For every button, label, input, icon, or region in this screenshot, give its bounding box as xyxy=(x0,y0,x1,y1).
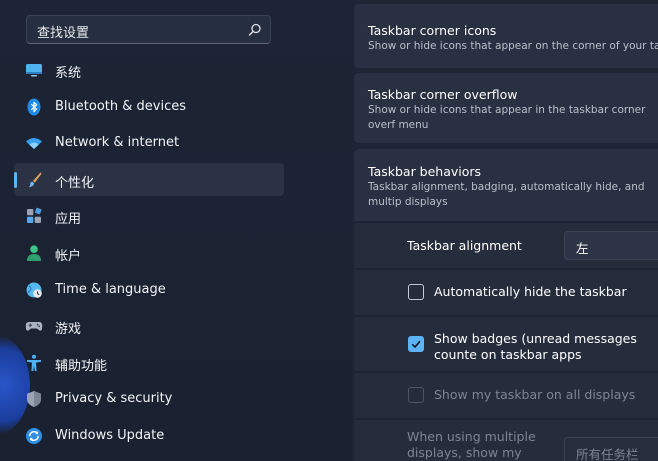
selection-indicator xyxy=(14,171,17,188)
sidebar-item-gaming[interactable]: 游戏 xyxy=(14,309,284,342)
sidebar-item-label: Network & internet xyxy=(55,135,180,151)
card-description: Show or hide icons that appear on the co… xyxy=(368,40,658,52)
taskbar-alignment-dropdown[interactable]: 左 xyxy=(564,231,658,260)
multi-display-row: When using multiple displays, show my 所有… xyxy=(354,420,658,461)
all-displays-row: Show my taskbar on all displays xyxy=(354,373,658,418)
sidebar-item-bluetooth[interactable]: Bluetooth & devices xyxy=(14,90,284,123)
taskbar-corner-overflow-card[interactable]: Taskbar corner overflow Show or hide ico… xyxy=(354,73,658,143)
accessibility-icon xyxy=(27,354,41,371)
show-badges-row: Show badges (unread messages counte on t… xyxy=(354,317,658,371)
show-badges-label: Show badges (unread messages counte on t… xyxy=(434,331,637,362)
sidebar-item-label: 个性化 xyxy=(55,175,95,191)
wifi-icon xyxy=(26,138,42,150)
sidebar-item-label: Windows Update xyxy=(55,427,165,443)
sidebar: 查找设置 系统 Bluetooth & devices Network & in… xyxy=(0,0,352,461)
auto-hide-checkbox[interactable] xyxy=(408,284,424,300)
dropdown-value: 左 xyxy=(576,241,589,256)
all-displays-label: Show my taskbar on all displays xyxy=(434,387,636,402)
person-icon xyxy=(27,245,41,261)
card-title: Taskbar corner overflow xyxy=(368,87,518,102)
system-monitor-icon xyxy=(26,64,42,77)
sidebar-item-personalization[interactable]: 个性化 xyxy=(14,162,284,196)
sidebar-item-label: Bluetooth & devices xyxy=(55,98,186,114)
sidebar-item-label: 应用 xyxy=(55,212,82,228)
gamepad-icon xyxy=(25,322,43,331)
taskbar-corner-icons-card[interactable]: Taskbar corner icons Show or hide icons … xyxy=(354,4,658,68)
update-icon xyxy=(26,427,42,444)
search-icon[interactable] xyxy=(248,23,262,37)
card-title: Taskbar corner icons xyxy=(368,23,497,38)
sidebar-item-label: 游戏 xyxy=(55,322,82,338)
sidebar-item-label: 帐户 xyxy=(55,248,82,264)
multi-display-dropdown[interactable]: 所有任务栏 xyxy=(564,437,658,461)
sidebar-item-system[interactable]: 系统 xyxy=(14,53,284,86)
card-title: Taskbar behaviors xyxy=(368,164,482,179)
sidebar-nav: 系统 Bluetooth & devices Network & interne… xyxy=(14,53,284,456)
search-placeholder: 查找设置 xyxy=(37,26,90,41)
shield-icon xyxy=(27,391,41,408)
sidebar-item-windows-update[interactable]: Windows Update xyxy=(14,419,284,452)
taskbar-alignment-label: Taskbar alignment xyxy=(407,238,522,253)
paintbrush-icon xyxy=(28,172,42,188)
dropdown-value: 所有任务栏 xyxy=(576,447,639,461)
sidebar-item-label: 辅助功能 xyxy=(55,358,108,374)
sidebar-item-label: 系统 xyxy=(55,66,82,81)
sidebar-item-network[interactable]: Network & internet xyxy=(14,126,284,159)
bluetooth-icon xyxy=(27,98,41,116)
taskbar-behaviors-card[interactable]: Taskbar behaviors Taskbar alignment, bad… xyxy=(354,149,658,221)
sidebar-item-accounts[interactable]: 帐户 xyxy=(14,236,284,269)
card-description: Taskbar alignment, badging, automaticall… xyxy=(368,181,645,208)
sidebar-item-privacy[interactable]: Privacy & security xyxy=(14,382,284,415)
multi-display-label: When using multiple displays, show my xyxy=(407,429,536,460)
checkmark-icon xyxy=(411,340,421,349)
all-displays-checkbox[interactable] xyxy=(408,387,424,403)
sidebar-item-label: Privacy & security xyxy=(55,391,173,407)
apps-icon xyxy=(27,208,42,224)
sidebar-item-time-language[interactable]: Time & language xyxy=(14,273,284,306)
card-description: Show or hide icons that appear in the ta… xyxy=(368,104,646,131)
sidebar-item-apps[interactable]: 应用 xyxy=(14,199,284,232)
auto-hide-label: Automatically hide the taskbar xyxy=(434,284,627,299)
show-badges-checkbox[interactable] xyxy=(408,336,424,352)
settings-content: Taskbar corner icons Show or hide icons … xyxy=(352,0,658,461)
auto-hide-row: Automatically hide the taskbar xyxy=(354,270,658,315)
sidebar-item-label: Time & language xyxy=(55,281,166,297)
taskbar-alignment-row: Taskbar alignment 左 xyxy=(354,223,658,268)
globe-clock-icon xyxy=(26,282,42,298)
sidebar-item-accessibility[interactable]: 辅助功能 xyxy=(14,346,284,379)
search-input[interactable]: 查找设置 xyxy=(26,15,271,44)
